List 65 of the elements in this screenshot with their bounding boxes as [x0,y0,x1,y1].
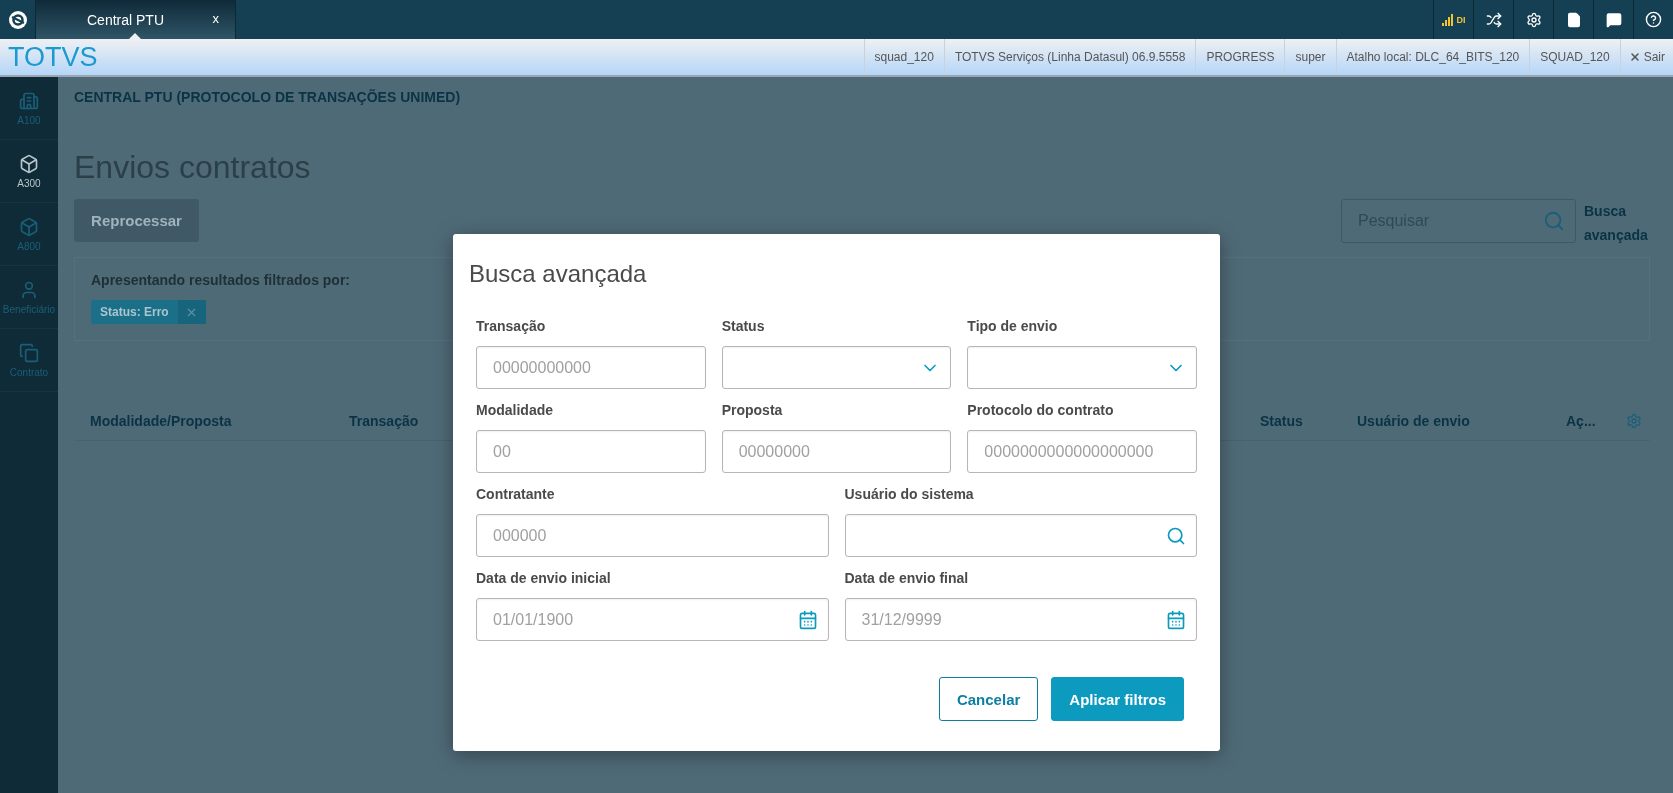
search-icon [1543,210,1565,232]
field-label: Usuário do sistema [844,486,975,502]
sidebar-item[interactable]: Beneficiário [0,266,58,329]
input-field[interactable]: 000000 [476,514,829,557]
brand-name: TOTVS [7,41,98,73]
info-item: super [1284,39,1336,75]
filter-caption: Apresentando resultados filtrados por: [91,272,351,288]
input-field[interactable]: 00000000 [721,430,952,473]
info-item: TOTVS Serviços (Linha Datasul) 06.9.5558 [943,39,1196,75]
column-header: Aç... [1566,412,1596,429]
field-label: Modalidade [476,402,554,418]
column-header: Usuário de envio [1357,412,1470,429]
building-icon [19,90,39,111]
column-header: Transação [349,412,419,429]
select-field[interactable] [967,346,1197,389]
chip-label: Status: Erro [99,305,170,319]
input-field[interactable]: 0000000000000000000 [967,430,1197,473]
column-header: Modalidade/Proposta [90,412,232,429]
sidebar-item[interactable]: A100 [0,77,58,140]
calendar-icon [797,609,818,630]
sidebar-item[interactable]: A300 [0,140,58,203]
field-label: Contratante [476,486,556,502]
logo-icon[interactable] [7,9,28,30]
box-icon [19,153,39,174]
chat-icon[interactable] [1605,11,1622,28]
breadcrumb: CENTRAL PTU (PROTOCOLO DE TRANSAÇÕES UNIMED) [74,89,461,107]
documents-icon [19,342,39,363]
close-icon [1628,51,1641,63]
close-tab[interactable]: x [212,11,219,26]
date-field[interactable]: 31/12/9999 [844,598,1197,641]
logout-link[interactable]: Sair [1619,39,1673,75]
info-item: PROGRESS [1195,39,1285,75]
signal-icon[interactable] [1441,13,1454,26]
search-icon [1166,525,1186,546]
field-label: Transação [476,318,547,334]
lookup-field[interactable] [844,514,1197,557]
advanced-search-link[interactable]: Busca avançada [1584,199,1650,247]
field-label: Data de envio inicial [476,570,612,586]
user-icon [19,279,39,300]
help-icon[interactable] [1645,11,1662,28]
info-item: Atalho local: DLC_64_BITS_120 [1335,39,1530,75]
info-item: SQUAD_120 [1529,39,1620,75]
date-field[interactable]: 01/01/1900 [476,598,829,641]
info-item: squad_120 [863,39,944,75]
sidebar-item[interactable]: Contrato [0,329,58,392]
logout-label: Sair [1643,50,1665,64]
box-icon [19,216,39,237]
document-icon[interactable] [1565,11,1582,28]
shuffle-icon[interactable] [1485,11,1502,28]
input-field[interactable]: 00 [476,430,706,473]
field-label: Tipo de envio [967,318,1059,334]
app-tab[interactable]: Central PTU x [36,0,236,39]
cancel-button[interactable]: Cancelar [938,677,1039,721]
dialog-title: Busca avançada [469,260,648,288]
sidebar-item[interactable]: A800 [0,203,58,266]
field-label: Proposta [721,402,784,418]
signal-label: DI [1456,14,1466,25]
field-label: Status [721,318,766,334]
column-header: Status [1260,412,1303,429]
apply-button[interactable]: Aplicar filtros [1051,677,1184,721]
input-field[interactable]: 00000000000 [476,346,706,389]
field-label: Protocolo do contrato [967,402,1115,418]
field-label: Data de envio final [844,570,970,586]
calendar-icon [1166,609,1186,630]
select-field[interactable] [721,346,952,389]
